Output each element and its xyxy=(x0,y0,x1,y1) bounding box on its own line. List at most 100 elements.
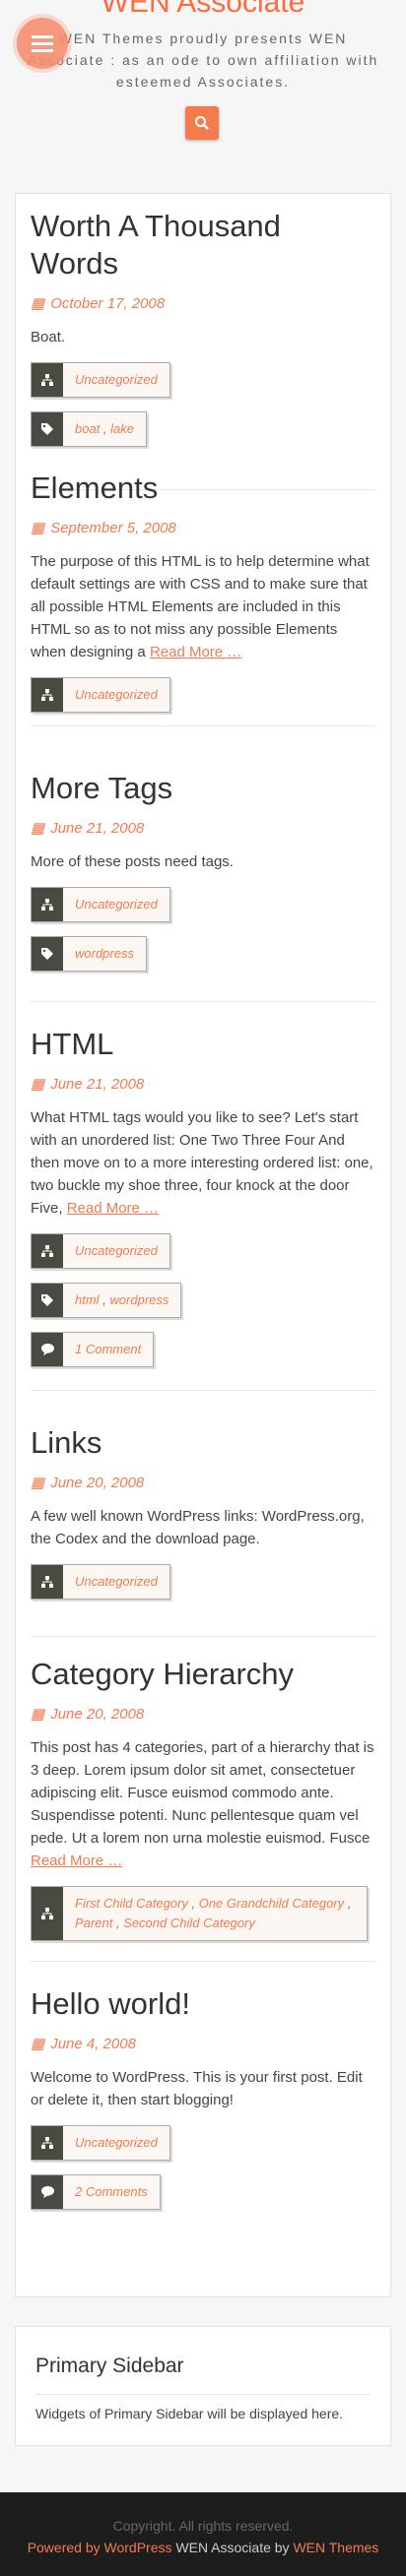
category-icon xyxy=(32,1234,63,1268)
post-date-text: June 21, 2008 xyxy=(50,819,145,837)
post-excerpt: Boat. xyxy=(31,329,66,346)
post: Worth A Thousand Words ▦ October 17, 2008… xyxy=(31,208,375,447)
category-link[interactable]: Uncategorized xyxy=(75,1243,158,1258)
calendar-icon: ▦ xyxy=(31,820,45,837)
wordpress-link[interactable]: WordPress xyxy=(104,2540,172,2555)
comments-link[interactable]: 1 Comment xyxy=(75,1342,141,1356)
post-date[interactable]: ▦ October 17, 2008 xyxy=(31,294,375,313)
post-excerpt: A few well known WordPress links: WordPr… xyxy=(31,1508,365,1547)
post-comments: 1 Comment xyxy=(31,1332,155,1367)
post-tags: wordpress xyxy=(31,936,147,972)
site-footer: Copyright. All rights reserved. Powered … xyxy=(0,2492,406,2576)
footer-credits: Powered by WordPress WEN Associate by WE… xyxy=(0,2540,406,2555)
category-icon xyxy=(32,1565,63,1599)
read-more-link[interactable]: Read More … xyxy=(31,1853,122,1869)
comment-icon xyxy=(32,2175,63,2209)
calendar-icon: ▦ xyxy=(31,1475,45,1491)
category-link[interactable]: One Grandchild Category xyxy=(199,1896,344,1911)
post-categories: Uncategorized xyxy=(31,362,170,398)
sidebar-title: Primary Sidebar xyxy=(35,2355,184,2377)
post-date-text: October 17, 2008 xyxy=(50,294,166,312)
post-divider xyxy=(31,1390,375,1391)
post-divider xyxy=(31,725,375,726)
menu-toggle-button[interactable] xyxy=(17,18,68,69)
category-link[interactable]: Second Child Category xyxy=(123,1916,255,1930)
post-categories: Uncategorized xyxy=(31,2125,170,2161)
post-title[interactable]: Links xyxy=(31,1424,375,1462)
post: More Tags ▦ June 21, 2008 More of these p… xyxy=(31,770,375,972)
tag-icon xyxy=(32,937,63,971)
post-categories: First Child Category , One Grandchild Ca… xyxy=(31,1886,368,1941)
post-title[interactable]: Worth A Thousand Words xyxy=(31,208,375,283)
post-date[interactable]: ▦ June 21, 2008 xyxy=(31,1075,375,1094)
sidebar-divider xyxy=(35,2394,371,2395)
post-date-text: June 4, 2008 xyxy=(50,2035,136,2052)
category-link[interactable]: Uncategorized xyxy=(75,2135,158,2150)
calendar-icon: ▦ xyxy=(31,1076,45,1093)
post-title[interactable]: More Tags xyxy=(31,770,375,807)
post-date-text: June 20, 2008 xyxy=(50,1705,145,1723)
tag-icon xyxy=(32,412,63,446)
post-categories: Uncategorized xyxy=(31,887,170,922)
calendar-icon: ▦ xyxy=(31,2036,45,2052)
post-title[interactable]: Hello world! xyxy=(31,1985,375,2023)
post-list: Worth A Thousand Words ▦ October 17, 2008… xyxy=(15,193,391,2297)
calendar-icon: ▦ xyxy=(31,520,45,536)
tag-link[interactable]: html xyxy=(75,1292,100,1307)
wen-themes-link[interactable]: WEN Themes xyxy=(293,2540,378,2555)
copyright-text: Copyright. All rights reserved. xyxy=(112,2518,294,2534)
post-date[interactable]: ▦ September 5, 2008 xyxy=(31,519,375,537)
post-title[interactable]: Category Hierarchy xyxy=(31,1656,375,1693)
post-date[interactable]: ▦ June 21, 2008 xyxy=(31,819,375,838)
tag-link[interactable]: lake xyxy=(110,421,134,436)
category-icon xyxy=(32,363,63,397)
tag-link[interactable]: wordpress xyxy=(109,1292,169,1307)
menu-icon-bar xyxy=(32,35,53,38)
post-date[interactable]: ▦ June 20, 2008 xyxy=(31,1474,375,1492)
read-more-link[interactable]: Read More … xyxy=(67,1200,159,1217)
search-button[interactable] xyxy=(185,106,219,140)
theme-credit-text: WEN Associate by xyxy=(175,2540,290,2555)
menu-icon-bar xyxy=(32,49,53,52)
comment-icon xyxy=(32,1333,63,1366)
site-title[interactable]: WEN Associate xyxy=(0,0,406,20)
category-link[interactable]: Uncategorized xyxy=(75,1574,158,1589)
post-date[interactable]: ▦ June 20, 2008 xyxy=(31,1705,375,1724)
post-categories: Uncategorized xyxy=(31,1564,170,1600)
tag-icon xyxy=(32,1284,63,1317)
search-icon xyxy=(195,116,209,130)
tag-link[interactable]: boat xyxy=(75,421,100,436)
calendar-icon: ▦ xyxy=(31,295,45,312)
post: Links ▦ June 20, 2008 A few well known Wo… xyxy=(31,1424,375,1600)
menu-icon-bar xyxy=(32,42,53,45)
site-tagline: WEN Themes proudly presents WEN Associat… xyxy=(27,31,379,90)
post: Hello world! ▦ June 4, 2008 Welcome to Wo… xyxy=(31,1985,375,2210)
post-categories: Uncategorized xyxy=(31,677,170,713)
post-excerpt: The purpose of this HTML is to help dete… xyxy=(31,550,375,663)
tag-link[interactable]: wordpress xyxy=(75,946,134,961)
category-icon xyxy=(32,1887,63,1940)
category-link[interactable]: Uncategorized xyxy=(75,687,158,702)
post-categories: Uncategorized xyxy=(31,1233,170,1269)
category-link[interactable]: First Child Category xyxy=(75,1896,188,1911)
post-divider xyxy=(31,1961,375,1962)
post-date[interactable]: ▦ June 4, 2008 xyxy=(31,2035,375,2053)
post-excerpt: More of these posts need tags. xyxy=(31,853,234,870)
category-icon xyxy=(32,2126,63,2160)
post: HTML ▦ June 21, 2008 What HTML tags would… xyxy=(31,1026,375,1367)
post-excerpt: What HTML tags would you like to see? Le… xyxy=(31,1106,375,1220)
post: Category Hierarchy ▦ June 20, 2008 This p… xyxy=(31,1656,375,1941)
post-title[interactable]: Elements xyxy=(31,470,375,507)
calendar-icon: ▦ xyxy=(31,1706,45,1723)
category-link[interactable]: Uncategorized xyxy=(75,897,158,911)
category-link[interactable]: Uncategorized xyxy=(75,372,158,387)
category-icon xyxy=(32,888,63,921)
category-link[interactable]: Parent xyxy=(75,1916,112,1930)
post-title[interactable]: HTML xyxy=(31,1026,375,1063)
post-tags: boat , lake xyxy=(31,411,148,447)
sidebar-text: Widgets of Primary Sidebar will be displ… xyxy=(35,2406,344,2421)
post: Elements ▦ September 5, 2008 The purpose … xyxy=(31,470,375,713)
comments-link[interactable]: 2 Comments xyxy=(75,2184,148,2199)
read-more-link[interactable]: Read More … xyxy=(150,644,241,660)
post-excerpt-text: This post has 4 categories, part of a hi… xyxy=(31,1739,374,1847)
